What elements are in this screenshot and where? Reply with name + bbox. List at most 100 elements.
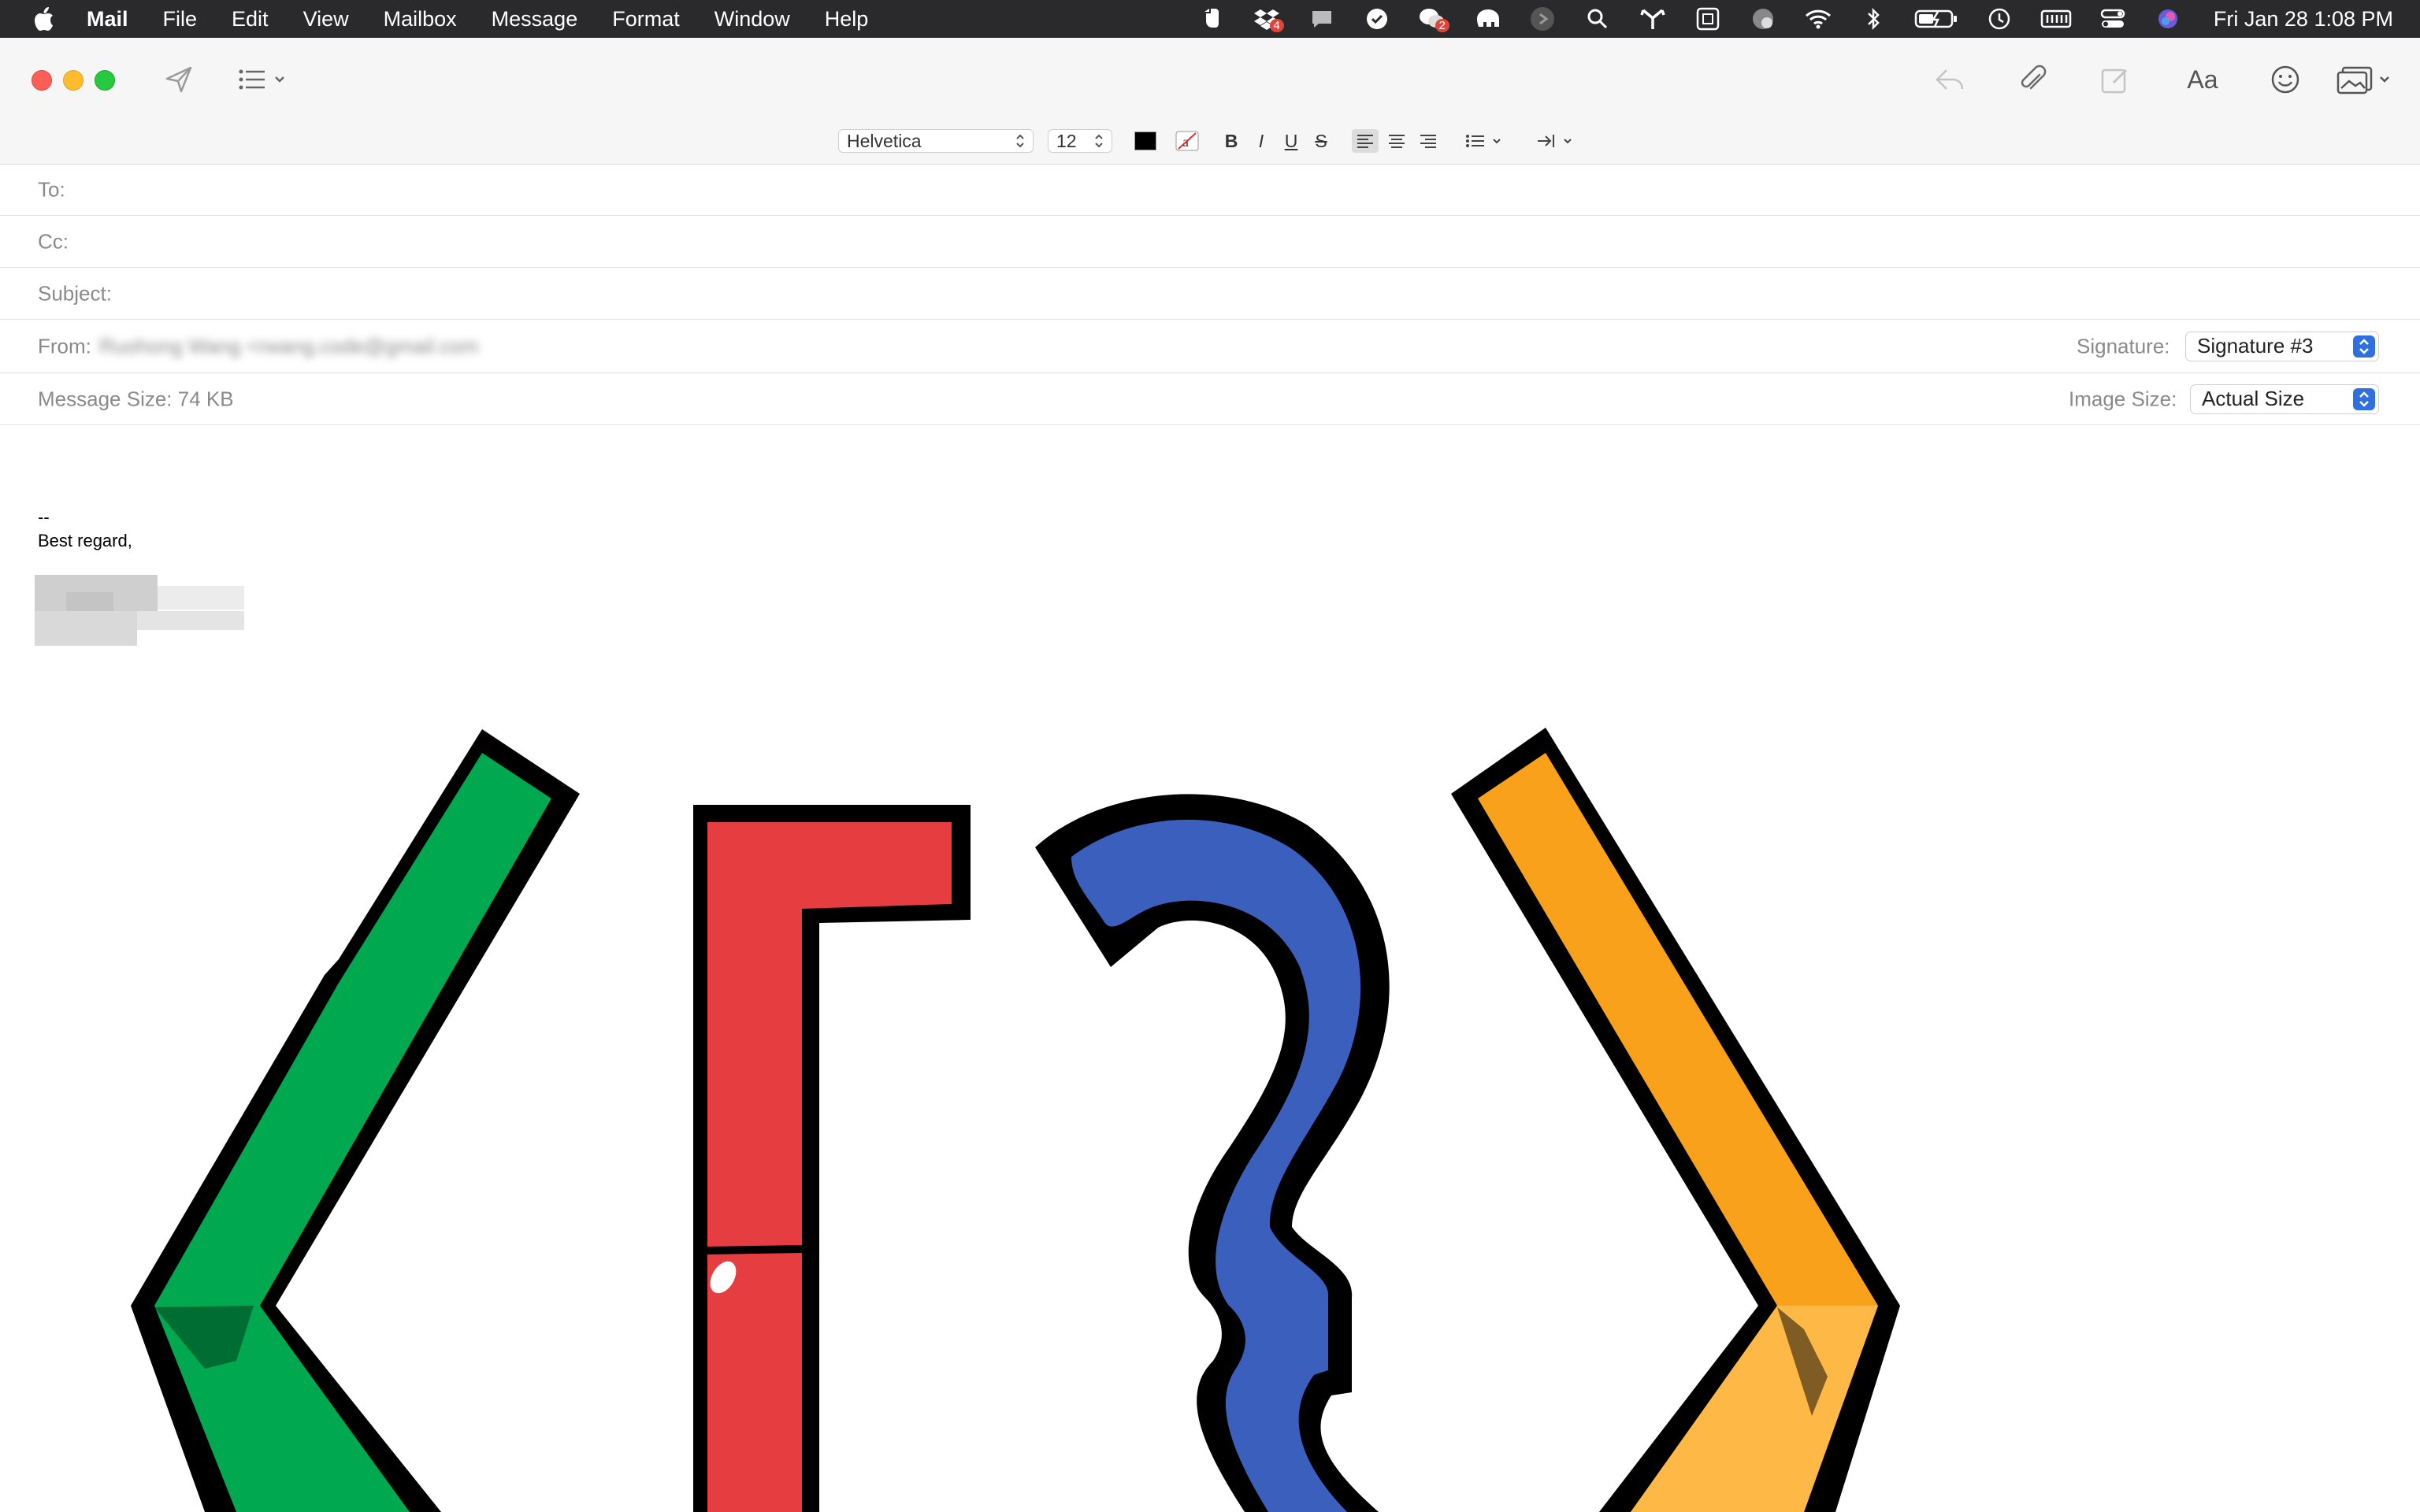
compose-window: Aa Helvetica 12 a B I U S [0,38,2420,1512]
network-icon[interactable] [1639,7,1667,31]
bluetooth-icon[interactable] [1859,7,1887,31]
updown-chevron-icon [2353,335,2375,358]
align-center-button[interactable] [1383,129,1410,153]
menubar-clock[interactable]: Fri Jan 28 1:08 PM [2214,7,2393,32]
menu-mailbox[interactable]: Mailbox [384,7,457,32]
send-button[interactable] [159,61,199,98]
align-left-button[interactable] [1352,129,1379,153]
evernote-icon[interactable] [1197,7,1226,31]
send-icon [165,66,192,93]
chat-icon[interactable] [1308,7,1336,31]
minimize-window-button[interactable] [63,70,84,91]
font-size-select[interactable]: 12 [1048,129,1112,153]
no-highlight-icon: a [1175,131,1199,151]
header-fields-menu-button[interactable] [236,61,291,98]
font-family-select[interactable]: Helvetica [838,129,1034,153]
attach-button[interactable] [2014,61,2053,98]
menu-view[interactable]: View [303,7,349,32]
font-aa-icon: Aa [2187,65,2218,94]
cc-label: Cc: [38,229,69,253]
signature-logo-image [131,728,1900,1512]
bullet-list-icon [1466,135,1501,147]
close-window-button[interactable] [32,70,52,91]
control-center-icon[interactable] [2099,7,2127,31]
markup-icon [2101,69,2128,94]
from-address[interactable]: Ruohong Wang <rwang.code@gmail.com [99,334,478,358]
subject-field[interactable]: Subject: [0,268,2420,320]
task-icon[interactable] [1363,7,1391,31]
menu-file[interactable]: File [163,7,198,32]
wechat-badge: 2 [1435,19,1449,32]
time-machine-icon[interactable] [1985,7,2014,31]
image-size-select[interactable]: Actual Size [2190,384,2379,414]
indent-icon [1538,135,1572,147]
format-text-button[interactable]: Aa [2179,61,2226,98]
emoji-button[interactable] [2266,61,2305,98]
signature-label: Signature: [2077,334,2170,358]
list-style-button[interactable] [1465,129,1506,153]
from-row: From: Ruohong Wang <rwang.code@gmail.com… [0,320,2420,373]
window-toolbar: Aa [0,38,2420,120]
zoom-window-button[interactable] [95,70,115,91]
underline-button[interactable]: U [1279,129,1303,153]
wechat-icon[interactable]: 2 [1418,7,1449,32]
font-family-value: Helvetica [847,130,922,151]
globe-icon[interactable] [1749,7,1777,31]
photo-icon [2336,66,2389,94]
signature-value: Signature #3 [2197,334,2314,358]
text-color-button[interactable] [1134,129,1156,153]
format-bar: Helvetica 12 a B I U S [0,120,2420,165]
message-size: Message Size: 74 KB [38,387,234,410]
apple-menu-icon[interactable] [28,3,60,35]
highlight-color-button[interactable]: a [1175,129,1199,153]
bold-button[interactable]: B [1219,129,1243,153]
align-center-icon [1389,135,1405,148]
keyboard-icon[interactable] [1694,7,1722,31]
menu-edit[interactable]: Edit [232,7,269,32]
updown-chevron-icon [1095,134,1103,148]
paperclip-icon [2021,65,2047,90]
indent-button[interactable] [1536,129,1577,153]
updown-chevron-icon [2353,387,2375,410]
battery-icon[interactable] [1914,7,1958,31]
markup-button[interactable] [2095,61,2135,98]
reply-button[interactable] [1930,61,1969,98]
signature-dashes: -- [38,507,50,527]
align-right-icon [1420,135,1436,148]
memory-icon[interactable] [2040,7,2072,31]
subject-label: Subject: [38,281,112,305]
image-size-value: Actual Size [2202,387,2305,410]
dropbox-badge: 4 [1269,19,1284,32]
signature-closing: Best regard, [38,531,132,550]
menu-bar: Mail File Edit View Mailbox Message Form… [0,0,2420,38]
updown-chevron-icon [1016,134,1024,148]
menu-mail[interactable]: Mail [87,7,128,32]
message-size-row: Message Size: 74 KB Image Size: Actual S… [0,373,2420,425]
status-area: 4 2 Fri Jan 28 1:08 PM [1171,0,2393,38]
menu-window[interactable]: Window [714,7,790,32]
reply-icon [1936,69,1964,90]
redacted-signature-image [35,575,244,646]
smiley-icon [2271,65,2299,94]
font-size-value: 12 [1056,130,1077,151]
cc-field[interactable]: Cc: [0,216,2420,268]
to-field[interactable]: To: [0,164,2420,216]
spotlight-icon[interactable] [1583,7,1612,31]
list-icon [239,69,284,90]
from-label: From: [38,334,91,358]
siri-icon[interactable] [2154,7,2182,31]
photo-browser-button[interactable] [2336,61,2396,98]
strikethrough-button[interactable]: S [1309,129,1333,153]
wifi-icon[interactable] [1804,7,1832,31]
menu-format[interactable]: Format [612,7,680,32]
signature-select[interactable]: Signature #3 [2185,331,2379,361]
to-label: To: [38,177,65,201]
elephant-icon[interactable] [1473,7,1501,31]
message-body[interactable]: -- Best regard, [0,425,2420,1512]
play-icon[interactable] [1528,7,1557,31]
italic-button[interactable]: I [1249,129,1273,153]
dropbox-icon[interactable]: 4 [1253,7,1284,32]
menu-help[interactable]: Help [825,7,869,32]
align-right-button[interactable] [1415,129,1442,153]
menu-message[interactable]: Message [492,7,578,32]
